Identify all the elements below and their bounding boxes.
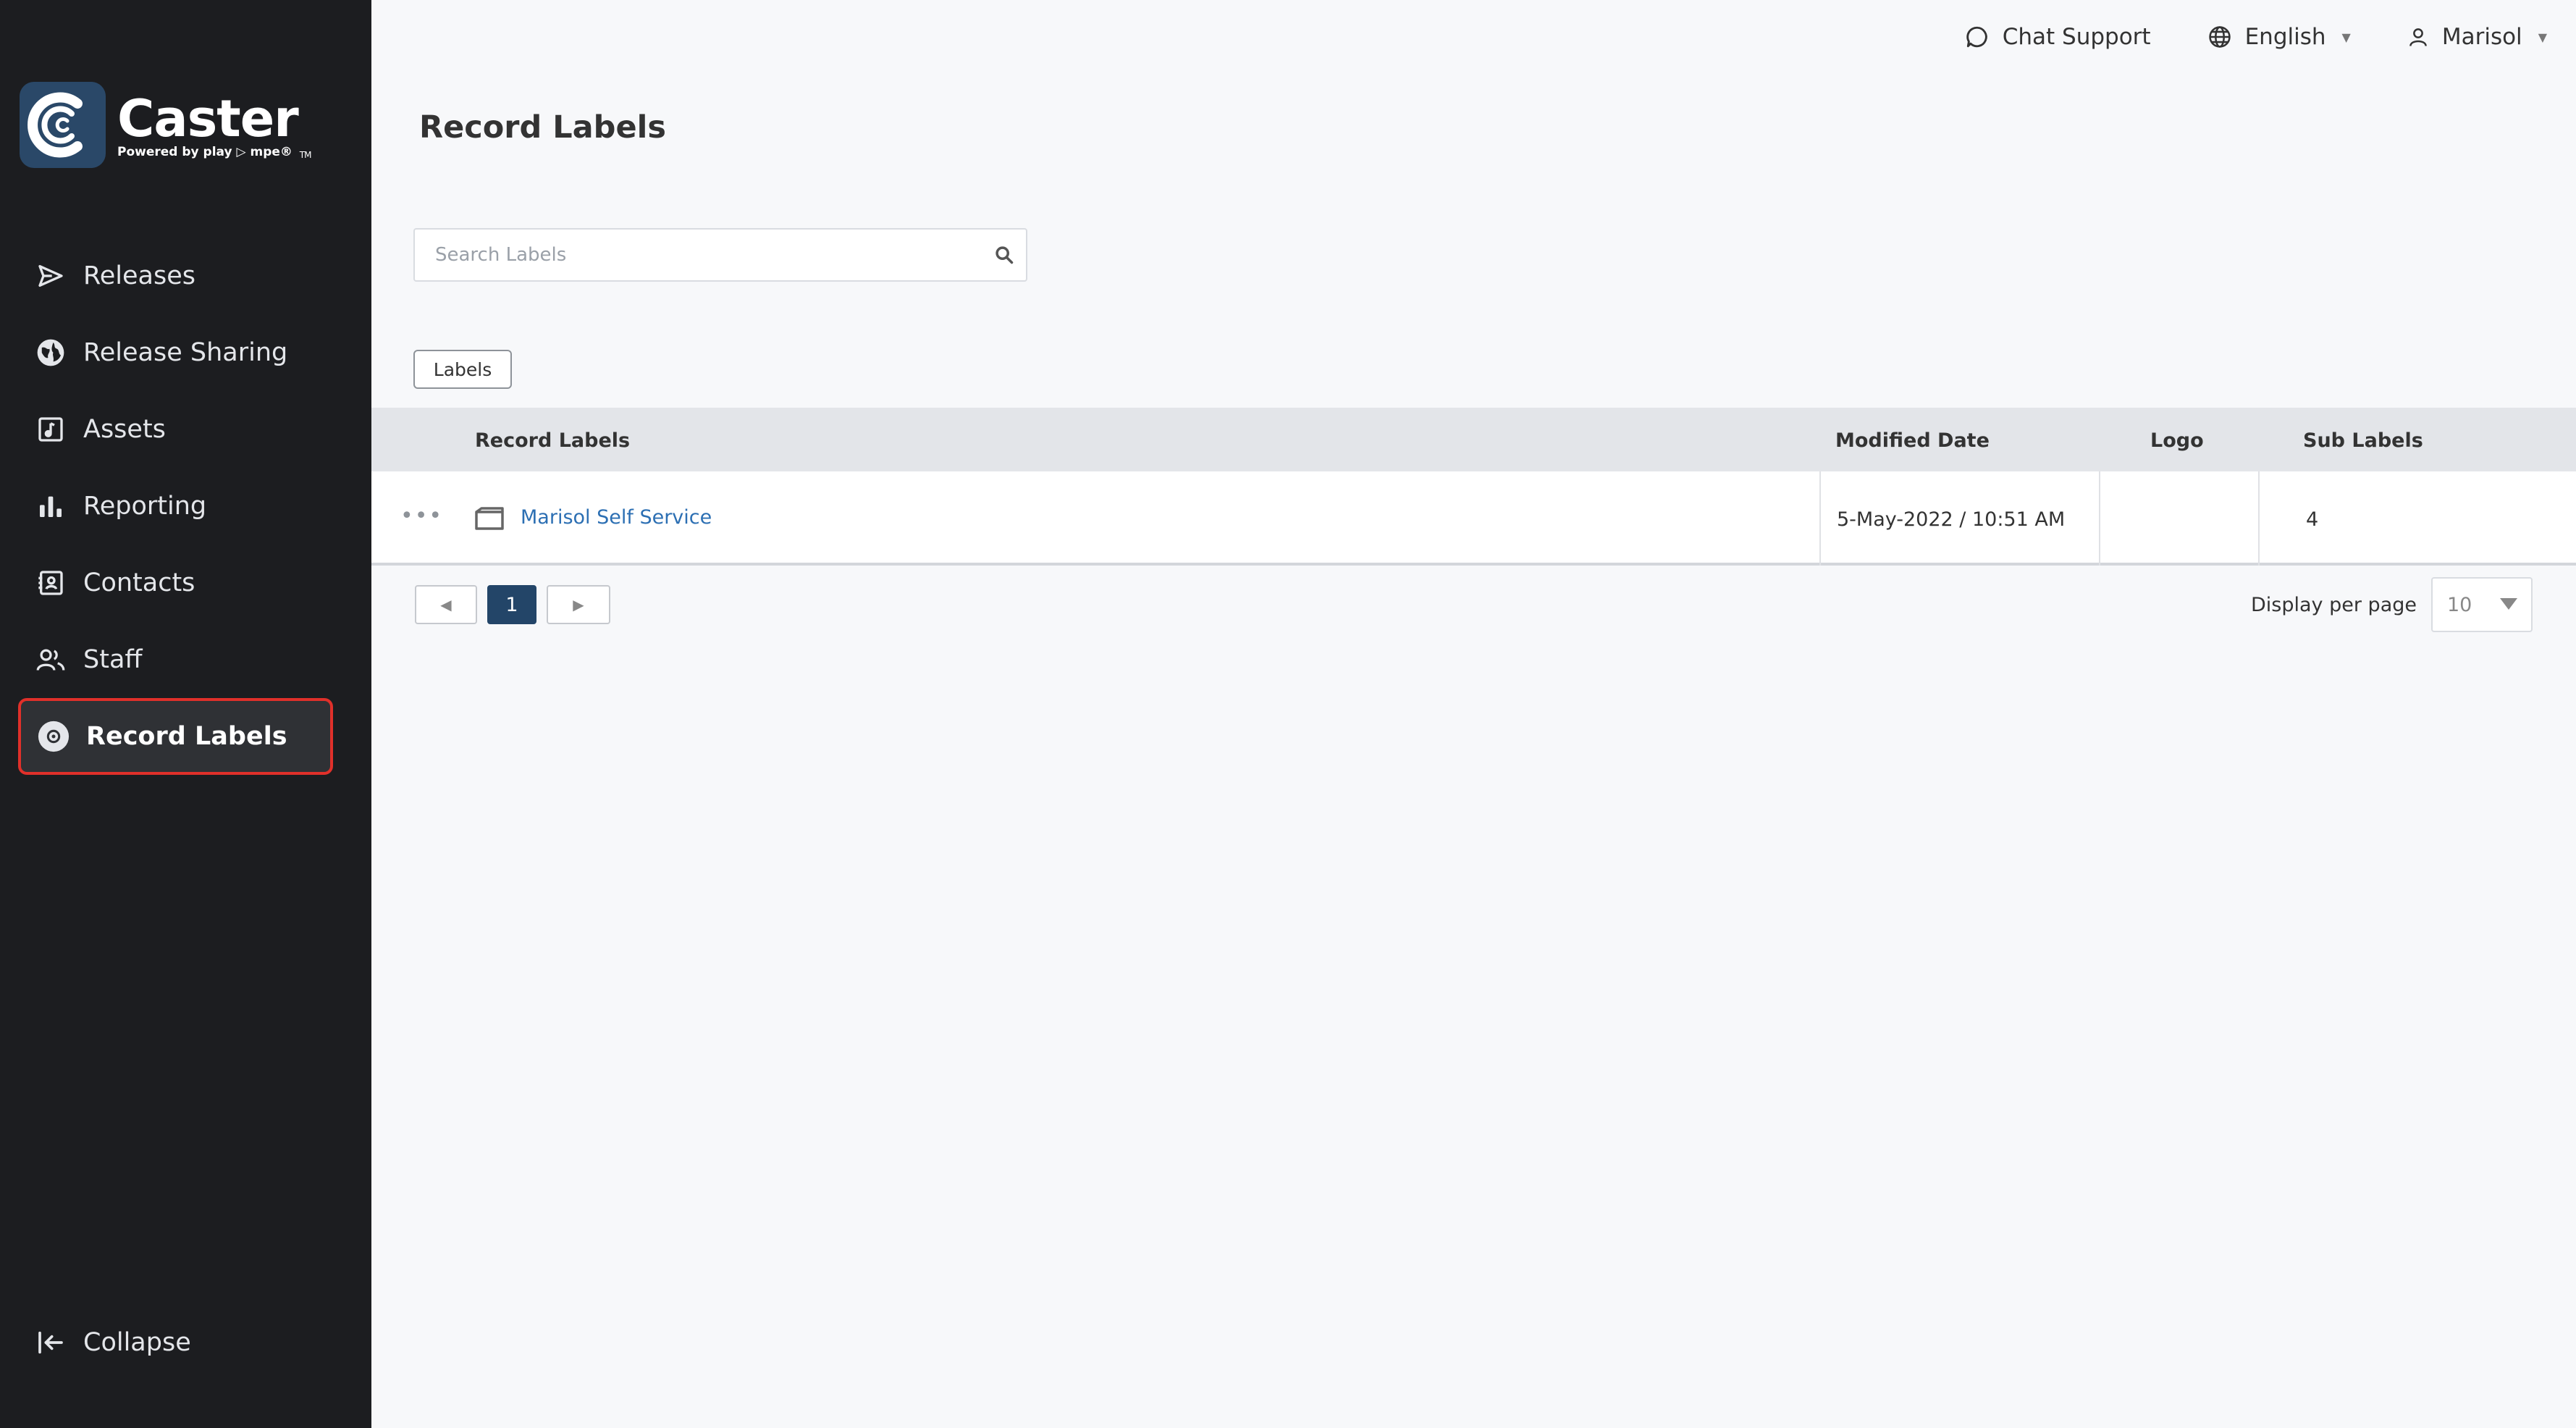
caret-right-icon: ▶ <box>573 596 584 613</box>
chevron-down-icon: ▼ <box>2538 30 2547 44</box>
chat-support-label: Chat Support <box>2002 24 2151 50</box>
sidebar-item-assets[interactable]: Assets <box>18 391 334 468</box>
collapse-arrow-icon <box>34 1326 67 1359</box>
user-menu[interactable]: Marisol ▼ <box>2407 24 2547 50</box>
per-page-select[interactable]: 10 <box>2431 577 2533 632</box>
sub-labels-cell: 4 <box>2306 508 2319 531</box>
row-actions-menu-icon[interactable]: ••• <box>400 503 443 529</box>
sidebar-item-reporting[interactable]: Reporting <box>18 468 334 545</box>
chat-bubble-icon <box>1965 25 1990 49</box>
sidebar-item-staff[interactable]: Staff <box>18 621 334 698</box>
page-number-button[interactable]: 1 <box>487 585 536 624</box>
user-icon <box>2407 25 2429 49</box>
search-icon[interactable] <box>982 245 1026 265</box>
column-header-record-labels[interactable]: Record Labels <box>475 429 630 452</box>
user-name: Marisol <box>2441 24 2522 50</box>
column-divider <box>1819 471 1821 566</box>
pagination: ◀ 1 ▶ <box>415 585 610 624</box>
bar-chart-icon <box>34 490 67 523</box>
sidebar-item-releases[interactable]: Releases <box>18 238 334 314</box>
search-box <box>413 228 1027 282</box>
sidebar-nav: Releases Release Sharing Assets Reportin… <box>18 238 334 775</box>
table-header: Record Labels Modified Date Logo Sub Lab… <box>371 408 2576 471</box>
sidebar-item-label: Record Labels <box>86 722 287 751</box>
folder-icon <box>474 506 505 534</box>
column-header-logo[interactable]: Logo <box>2150 429 2204 452</box>
next-page-button[interactable]: ▶ <box>547 585 610 624</box>
sidebar-item-label: Reporting <box>83 492 207 521</box>
caret-left-icon: ◀ <box>440 596 452 613</box>
page-title: Record Labels <box>419 109 666 146</box>
table-row: ••• Marisol Self Service 5-May-2022 / 10… <box>371 471 2576 566</box>
modified-date-cell: 5-May-2022 / 10:51 AM <box>1837 508 2066 531</box>
language-label: English <box>2244 24 2326 50</box>
labels-filter-button[interactable]: Labels <box>413 350 512 389</box>
chevron-down-icon: ▼ <box>2341 30 2351 44</box>
music-file-icon <box>34 413 67 446</box>
brand-tagline: Powered by play ▷ mpe® <box>117 144 292 159</box>
record-label-link[interactable]: Marisol Self Service <box>521 506 712 529</box>
collapse-label: Collapse <box>83 1328 191 1357</box>
sidebar-item-label: Contacts <box>83 568 195 597</box>
collapse-button[interactable]: Collapse <box>34 1326 191 1359</box>
contact-book-icon <box>34 566 67 600</box>
sidebar-item-label: Releases <box>83 261 195 290</box>
caster-logo-mark-icon <box>20 82 106 168</box>
sidebar-item-label: Staff <box>83 645 143 674</box>
per-page-control: Display per page 10 <box>2251 577 2533 632</box>
previous-page-button[interactable]: ◀ <box>415 585 477 624</box>
sidebar-item-contacts[interactable]: Contacts <box>18 545 334 621</box>
sidebar-item-release-sharing[interactable]: Release Sharing <box>18 314 334 391</box>
per-page-value: 10 <box>2447 593 2472 616</box>
globe-outline-icon <box>2207 25 2232 49</box>
app-window: CasterTM Powered by play ▷ mpe® Releases… <box>0 0 2576 1428</box>
sidebar-item-label: Release Sharing <box>83 338 288 367</box>
brand-name: CasterTM <box>117 88 311 160</box>
column-divider <box>2258 471 2260 566</box>
vinyl-record-icon <box>37 720 70 753</box>
topbar: Chat Support English ▼ Marisol ▼ <box>1908 16 2547 58</box>
people-icon <box>34 643 67 676</box>
chat-support-button[interactable]: Chat Support <box>1965 24 2151 50</box>
column-header-modified-date[interactable]: Modified Date <box>1835 429 1990 452</box>
globe-icon <box>34 336 67 369</box>
caret-down-icon <box>2499 594 2518 616</box>
search-input[interactable] <box>415 230 982 280</box>
per-page-label: Display per page <box>2251 593 2417 616</box>
language-selector[interactable]: English ▼ <box>2207 24 2351 50</box>
sidebar-item-label: Assets <box>83 415 166 444</box>
column-divider <box>2099 471 2100 566</box>
send-icon <box>34 259 67 293</box>
caster-logo[interactable]: CasterTM Powered by play ▷ mpe® <box>20 82 311 168</box>
column-header-sub-labels[interactable]: Sub Labels <box>2303 429 2423 452</box>
sidebar-item-record-labels[interactable]: Record Labels <box>18 698 333 775</box>
record-labels-table: Record Labels Modified Date Logo Sub Lab… <box>371 408 2576 566</box>
sidebar: CasterTM Powered by play ▷ mpe® Releases… <box>0 0 371 1428</box>
